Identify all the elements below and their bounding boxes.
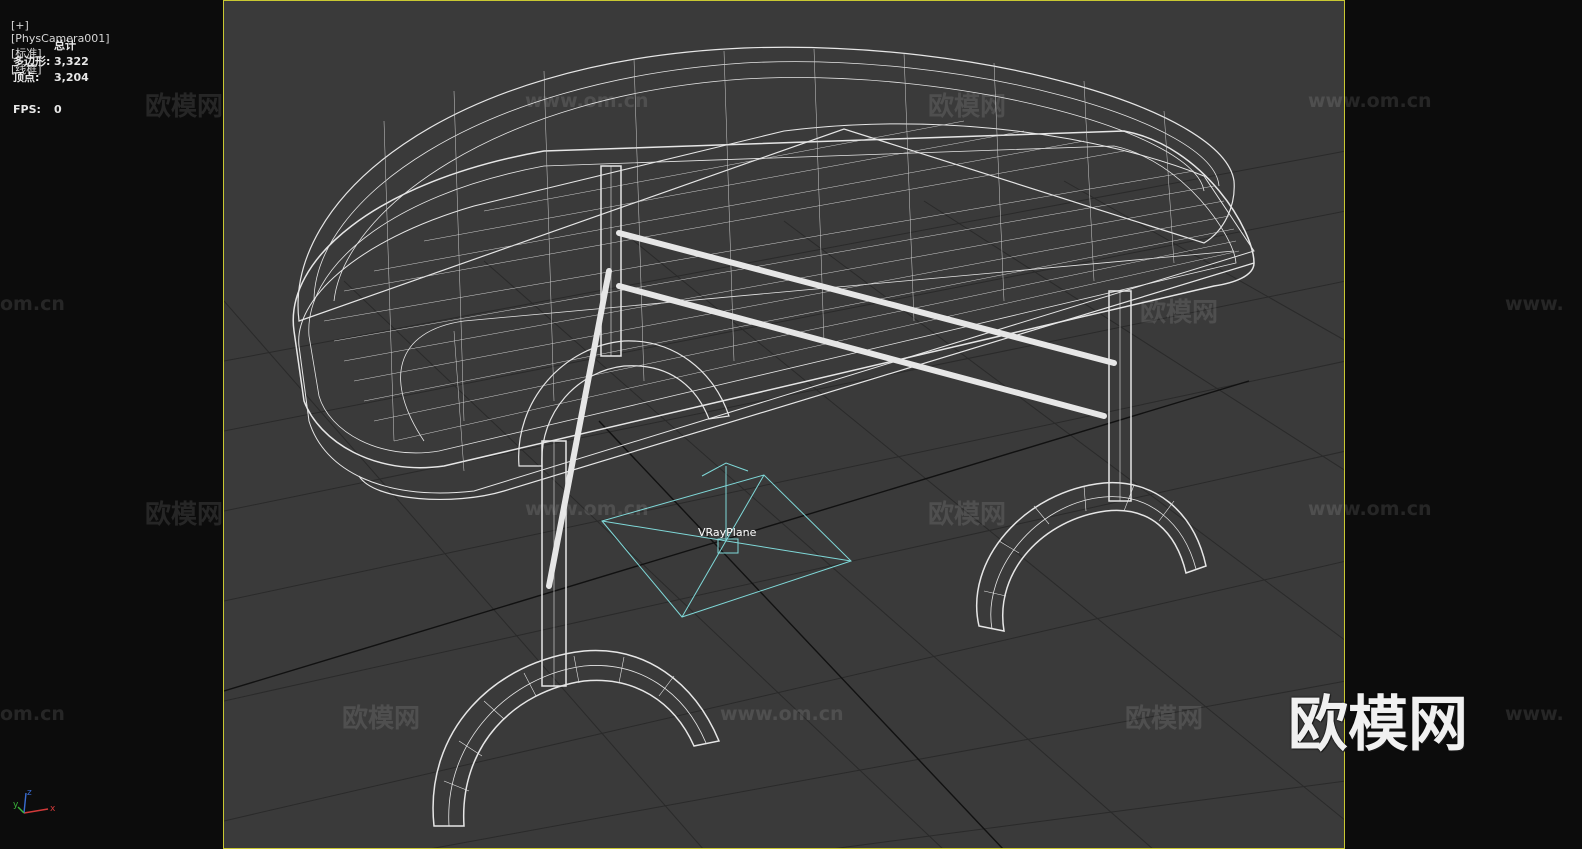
ground-grid: [224, 150, 1344, 848]
brand-logo-text: 欧模网: [1288, 690, 1468, 760]
fps-value: 0: [54, 103, 62, 116]
vray-plane-light[interactable]: [601, 462, 852, 618]
world-axis-lines: [224, 380, 1250, 848]
vertices-label: 顶点:: [13, 71, 40, 84]
polygons-value: 3,322: [54, 55, 89, 68]
axis-y-label: y: [13, 800, 19, 810]
crossbars: [546, 230, 1117, 589]
watermark-url: om.cn: [0, 703, 65, 725]
scene-statistics: 总计 多边形: 3,322 顶点: 3,204 FPS: 0: [13, 38, 89, 118]
stats-vertices-row: 顶点: 3,204: [13, 70, 89, 86]
stats-polygons-row: 多边形: 3,322: [13, 54, 89, 70]
axis-tripod-icon: x z y: [13, 788, 56, 814]
wireframe-scene[interactable]: [224, 1, 1345, 849]
axis-x-label: x: [50, 804, 56, 814]
watermark-url: www.: [1505, 703, 1564, 725]
stats-fps-row: FPS: 0: [13, 102, 89, 118]
viewport-canvas[interactable]: VRayPlane: [223, 0, 1345, 849]
watermark-url: www.: [1505, 293, 1564, 315]
watermark-url: om.cn: [0, 293, 65, 315]
axis-z-label: z: [27, 788, 32, 798]
polygons-label: 多边形:: [13, 55, 51, 68]
vray-plane-label: VRayPlane: [698, 526, 757, 539]
viewport-menu-button[interactable]: [+]: [11, 19, 29, 32]
vertices-value: 3,204: [54, 71, 89, 84]
watermark-logo: 欧模网: [145, 500, 224, 530]
watermark-logo: 欧模网: [145, 92, 224, 122]
stats-header: 总计: [54, 39, 76, 52]
fps-label: FPS:: [13, 103, 41, 116]
